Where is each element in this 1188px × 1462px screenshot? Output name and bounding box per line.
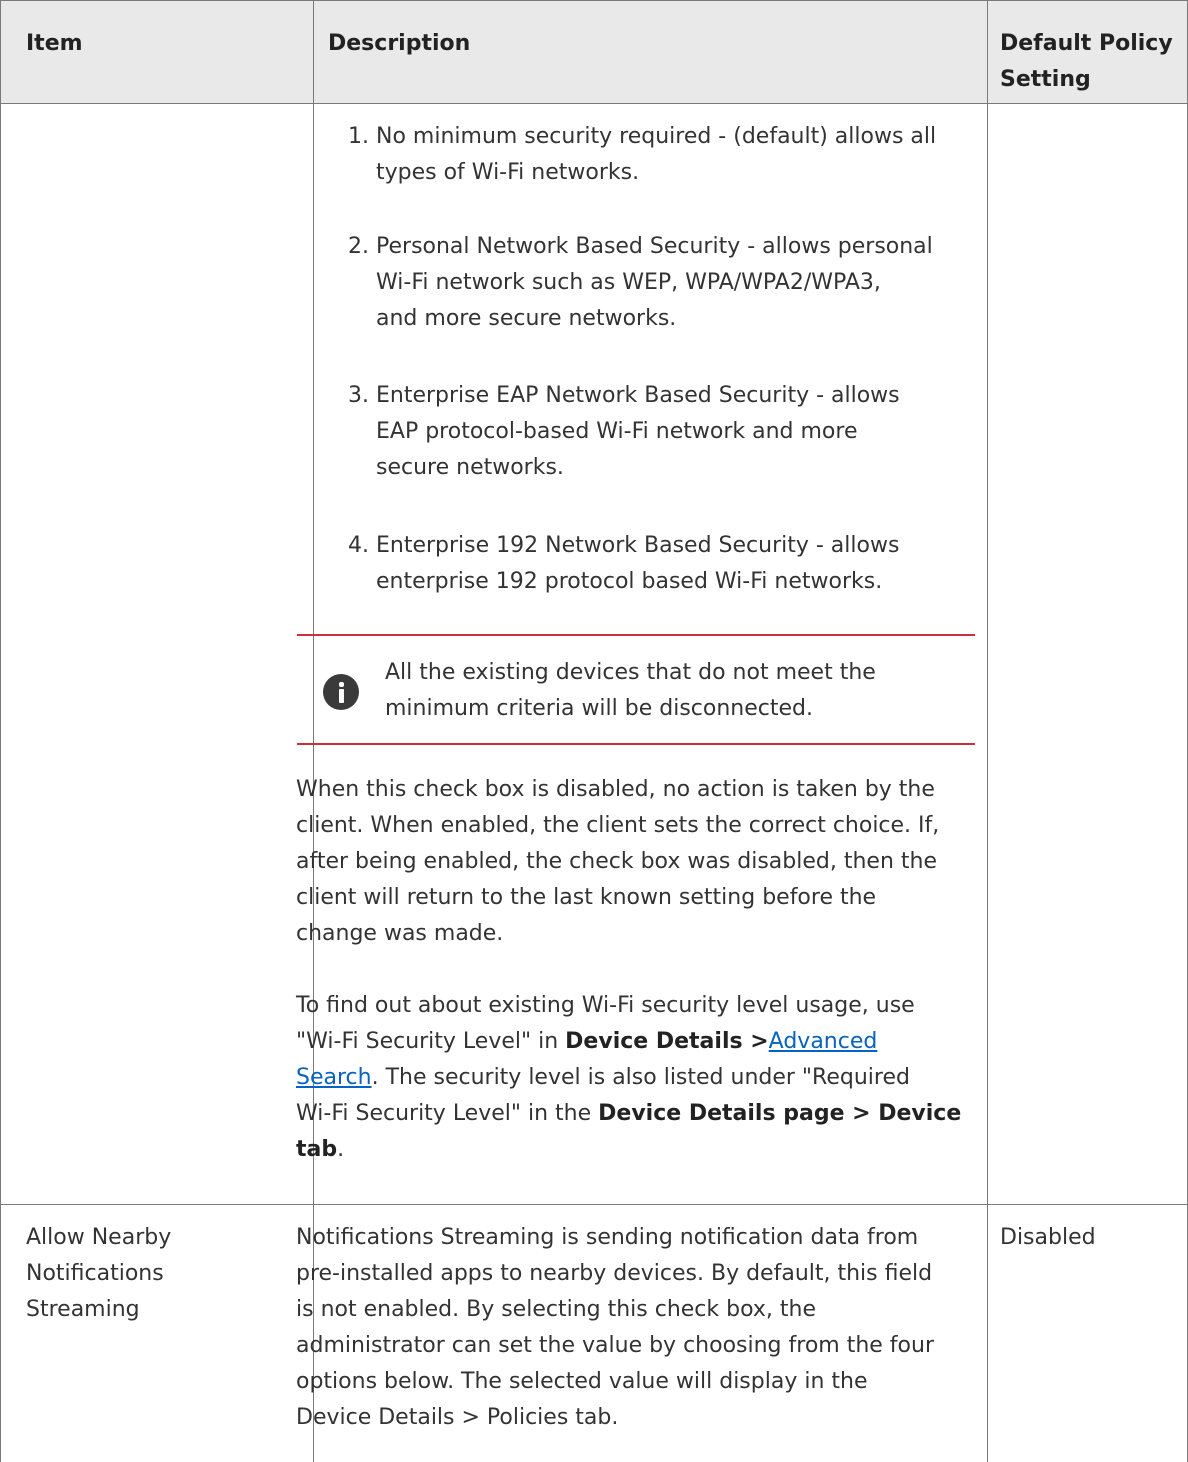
item-label-line3: Streaming (26, 1297, 140, 1322)
advanced-search-link-continued[interactable]: Search (296, 1065, 372, 1090)
note-text-line2: minimum criteria will be disconnected. (385, 696, 813, 721)
note-rule-top (297, 634, 975, 636)
header-default-line2: Setting (1000, 67, 1091, 92)
header-default-line1: Default Policy (1000, 31, 1173, 56)
header-divider (0, 103, 1188, 104)
header-item: Item (26, 31, 83, 56)
note-text-line1: All the existing devices that do not mee… (385, 660, 876, 685)
header-description: Description (328, 31, 471, 56)
info-icon (323, 674, 359, 710)
item-label-line1: Allow Nearby (26, 1225, 172, 1250)
device-tab-label: tab (296, 1137, 338, 1162)
device-details-page-label: Device Details page > Device (598, 1101, 962, 1126)
policy-table: Item Description Default Policy Setting … (0, 0, 1188, 1462)
note-rule-bottom (297, 743, 975, 745)
device-details-label: Device Details > (565, 1029, 769, 1054)
table-border-left (0, 0, 1, 1462)
table-border-top (0, 0, 1188, 1)
default-setting-value: Disabled (1000, 1225, 1096, 1250)
advanced-search-link[interactable]: Advanced (769, 1029, 878, 1054)
item-label-line2: Notifications (26, 1261, 164, 1286)
column-divider-2 (987, 0, 988, 1462)
row-divider (0, 1204, 1188, 1205)
